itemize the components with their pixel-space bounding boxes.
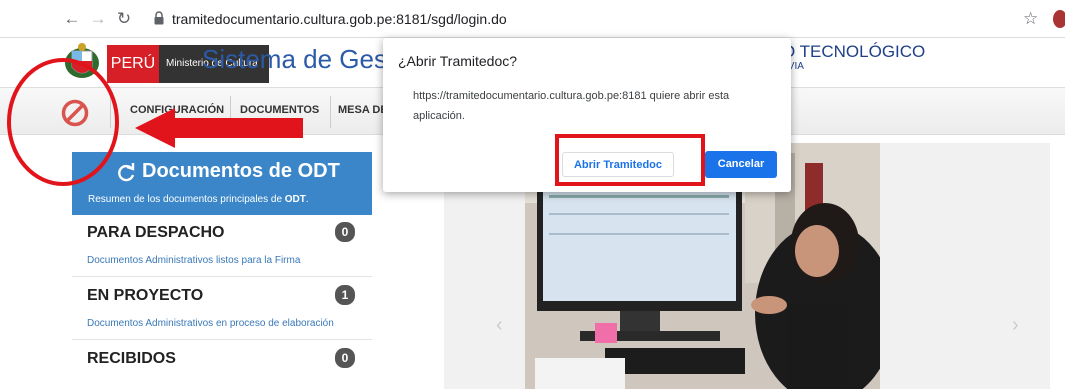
reload-icon[interactable]: ↻ xyxy=(114,9,134,29)
cancel-button[interactable]: Cancelar xyxy=(705,151,777,178)
menu-divider xyxy=(230,96,231,128)
count-badge: 1 xyxy=(335,285,355,305)
extension-icon[interactable] xyxy=(1053,10,1065,28)
refresh-icon[interactable] xyxy=(116,161,136,183)
dialog-message: https://tramitedocumentario.cultura.gob.… xyxy=(413,90,730,122)
back-icon[interactable]: ← xyxy=(62,9,82,29)
menu-item-documentos[interactable]: DOCUMENTOS xyxy=(240,104,319,116)
card-en-proyecto[interactable]: EN PROYECTO 1 Documentos Administrativos… xyxy=(72,278,372,340)
forward-icon[interactable]: → xyxy=(88,9,108,29)
menu-item-configuracion[interactable]: CONFIGURACIÓN xyxy=(130,104,224,116)
panel-subtitle-end: . xyxy=(305,194,309,205)
card-description[interactable]: Documentos Administrativos listos para l… xyxy=(87,255,300,266)
panel-subtitle-text: Resumen de los documentos principales de xyxy=(88,194,285,205)
count-badge: 0 xyxy=(335,348,355,368)
dialog-title: ¿Abrir Tramitedoc? xyxy=(398,53,518,69)
lock-icon xyxy=(154,11,164,25)
open-app-dialog: ¿Abrir Tramitedoc? https://tramitedocume… xyxy=(383,38,791,192)
card-description[interactable]: Documentos Administrativos en proceso de… xyxy=(87,318,334,329)
menu-divider xyxy=(110,96,111,128)
panel-subtitle: Resumen de los documentos principales de… xyxy=(88,194,309,205)
peru-brand: PERÚ xyxy=(107,45,159,83)
card-recibidos[interactable]: RECIBIDOS 0 xyxy=(72,341,372,389)
browser-toolbar: ← → ↻ tramitedocumentario.cultura.gob.pe… xyxy=(0,0,1065,38)
open-app-button[interactable]: Abrir Tramitedoc xyxy=(562,152,674,177)
count-badge: 0 xyxy=(335,222,355,242)
carousel-prev-icon[interactable]: ‹ xyxy=(496,314,503,337)
card-para-despacho[interactable]: PARA DESPACHO 0 Documentos Administrativ… xyxy=(72,215,372,277)
menu-item-mesa[interactable]: MESA DE xyxy=(338,104,388,116)
carousel-next-icon[interactable]: › xyxy=(1012,314,1019,337)
blocked-icon xyxy=(61,99,89,127)
address-bar[interactable]: tramitedocumentario.cultura.gob.pe:8181/… xyxy=(172,7,542,31)
menu-divider xyxy=(330,96,331,128)
coat-of-arms-icon xyxy=(65,43,99,78)
panel-title: Documentos de ODT xyxy=(142,160,340,182)
screen: ← → ↻ tramitedocumentario.cultura.gob.pe… xyxy=(0,0,1065,389)
card-title: EN PROYECTO xyxy=(87,287,204,304)
card-title: PARA DESPACHO xyxy=(87,224,225,241)
header-right-title: O TECNOLÓGICO xyxy=(782,42,926,61)
panel-subtitle-odt: ODT xyxy=(284,194,306,205)
odt-panel-header: Documentos de ODT Resumen de los documen… xyxy=(72,152,372,215)
star-icon[interactable]: ☆ xyxy=(1023,9,1038,29)
card-title: RECIBIDOS xyxy=(87,350,176,367)
